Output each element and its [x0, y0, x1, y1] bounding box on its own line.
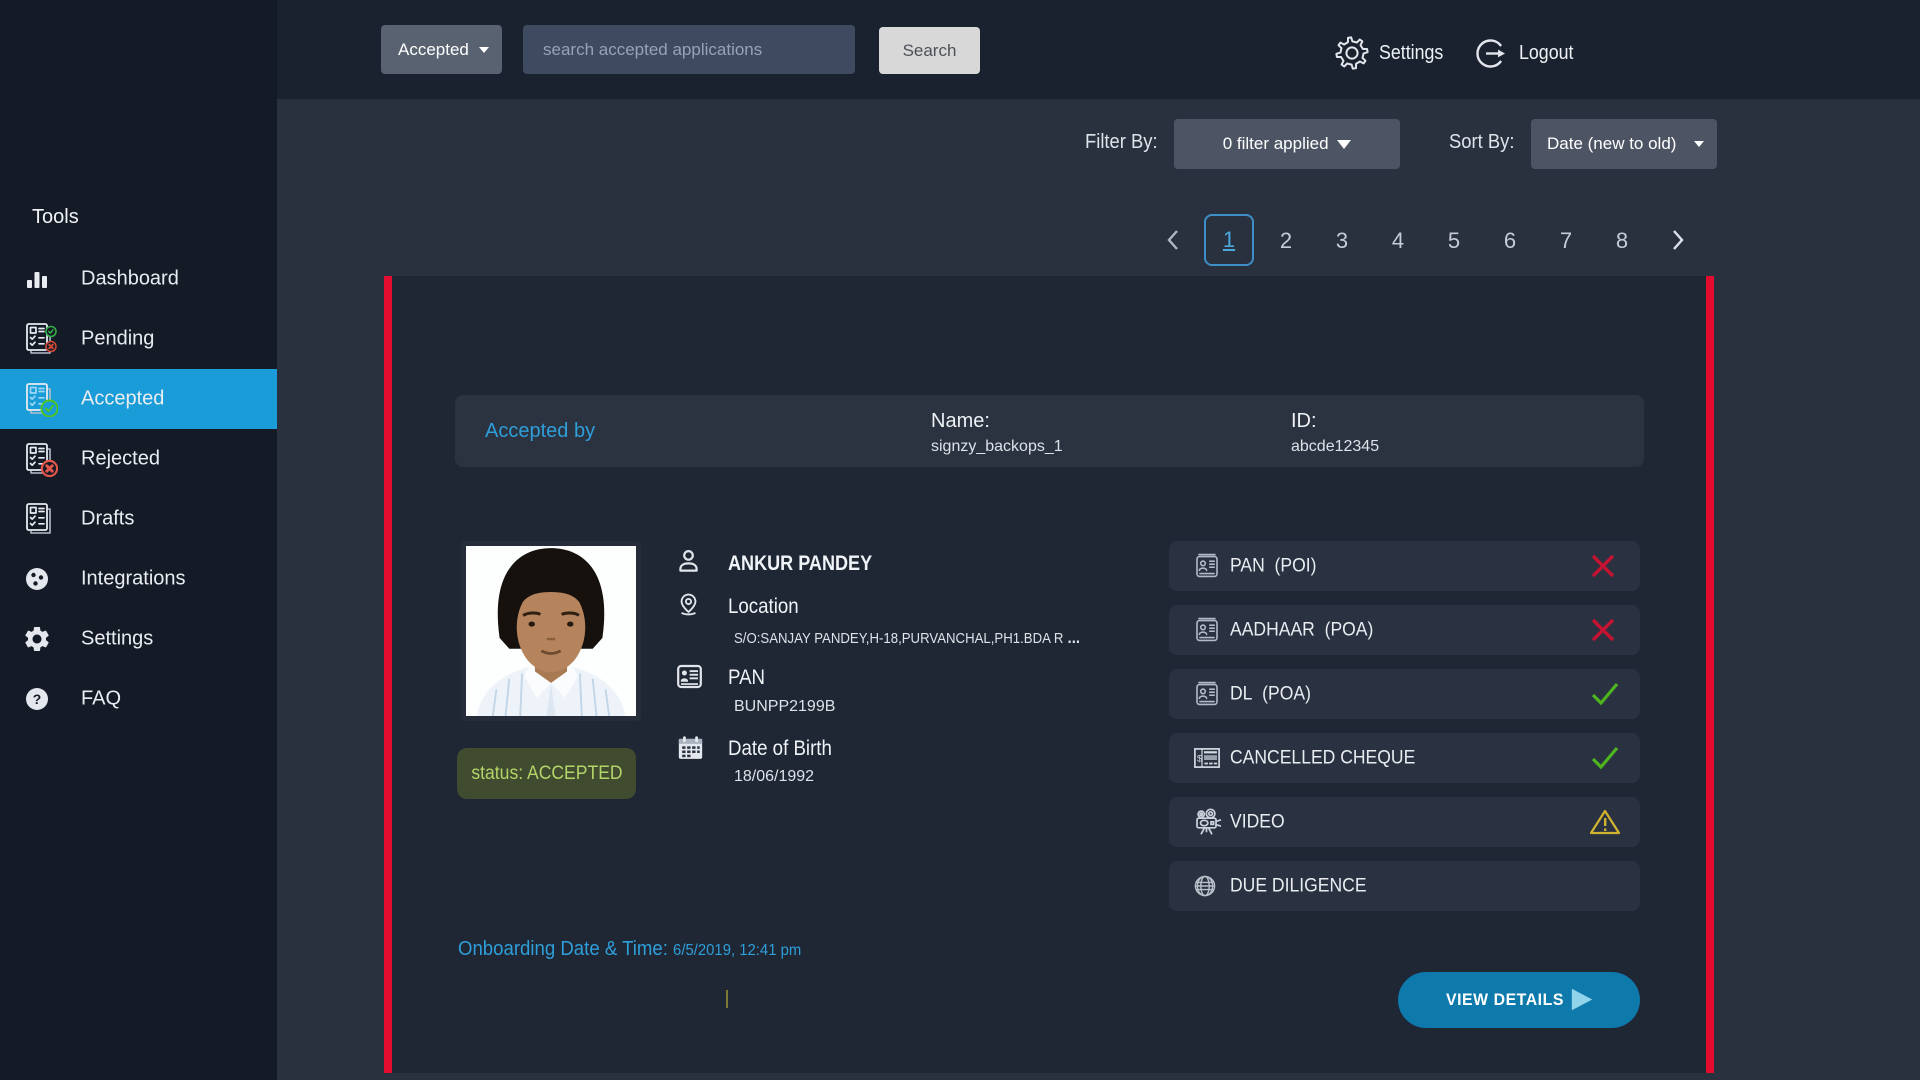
svg-text:$: $ — [1197, 753, 1203, 764]
svg-text:?: ? — [33, 691, 42, 707]
